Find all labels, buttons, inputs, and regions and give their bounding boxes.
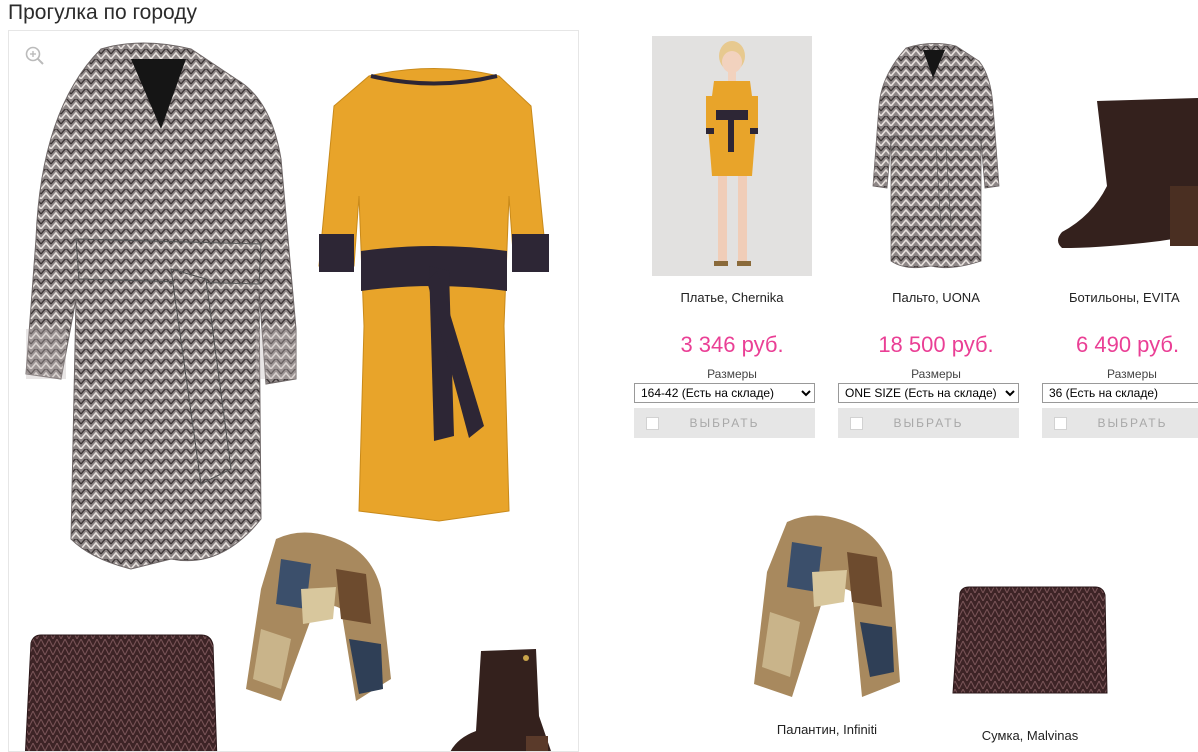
size-select[interactable]: 36 (Есть на складе) <box>1042 383 1198 403</box>
choose-checkbox[interactable] <box>850 417 863 430</box>
product-thumbnail[interactable] <box>732 512 922 697</box>
product-price: 6 490 руб. <box>1076 332 1180 357</box>
choose-checkbox[interactable] <box>1054 417 1067 430</box>
choose-button[interactable]: ВЫБРАТЬ <box>634 408 815 438</box>
product-name[interactable]: Ботильоны, EVITA <box>1042 290 1198 308</box>
product-card-scarf: Палантин, Infiniti <box>732 512 922 737</box>
product-thumbnail[interactable] <box>851 36 1021 276</box>
product-name[interactable]: Сумка, Malvinas <box>935 728 1125 743</box>
sizes-label: Размеры <box>707 367 757 381</box>
product-name[interactable]: Пальто, UONA <box>838 290 1034 308</box>
look-title: Прогулка по городу <box>8 1 197 24</box>
choose-button-label: ВЫБРАТЬ <box>1097 416 1168 430</box>
sizes-label: Размеры <box>1107 367 1157 381</box>
scarf-image <box>246 532 391 701</box>
size-select[interactable]: 164-42 (Есть на складе) <box>634 383 815 403</box>
look-collage[interactable] <box>8 30 579 752</box>
choose-button-label: ВЫБРАТЬ <box>893 416 964 430</box>
product-thumbnail[interactable] <box>652 36 812 276</box>
coat-image <box>25 42 297 570</box>
product-card-coat: Пальто, UONA 18 500 руб. Размеры ONE SIZ… <box>838 36 1034 438</box>
choose-button-label: ВЫБРАТЬ <box>689 416 760 430</box>
bag-image <box>25 634 218 751</box>
product-price: 3 346 руб. <box>680 332 784 357</box>
product-card-bag: Сумка, Malvinas <box>935 585 1125 743</box>
sizes-label: Размеры <box>911 367 961 381</box>
product-card-boots: Ботильоны, EVITA 6 490 руб. Размеры 36 (… <box>1042 36 1198 438</box>
size-select[interactable]: ONE SIZE (Есть на складе) <box>838 383 1019 403</box>
choose-button[interactable]: ВЫБРАТЬ <box>1042 408 1198 438</box>
product-price: 18 500 руб. <box>878 332 994 357</box>
choose-button[interactable]: ВЫБРАТЬ <box>838 408 1019 438</box>
product-thumbnail[interactable] <box>1042 36 1198 276</box>
choose-checkbox[interactable] <box>646 417 659 430</box>
product-thumbnail[interactable] <box>935 585 1125 695</box>
product-name[interactable]: Платье, Chernika <box>634 290 830 308</box>
dress-image <box>318 68 549 522</box>
product-card-dress: Платье, Chernika 3 346 руб. Размеры 164-… <box>634 36 830 438</box>
boot-image <box>450 649 551 751</box>
